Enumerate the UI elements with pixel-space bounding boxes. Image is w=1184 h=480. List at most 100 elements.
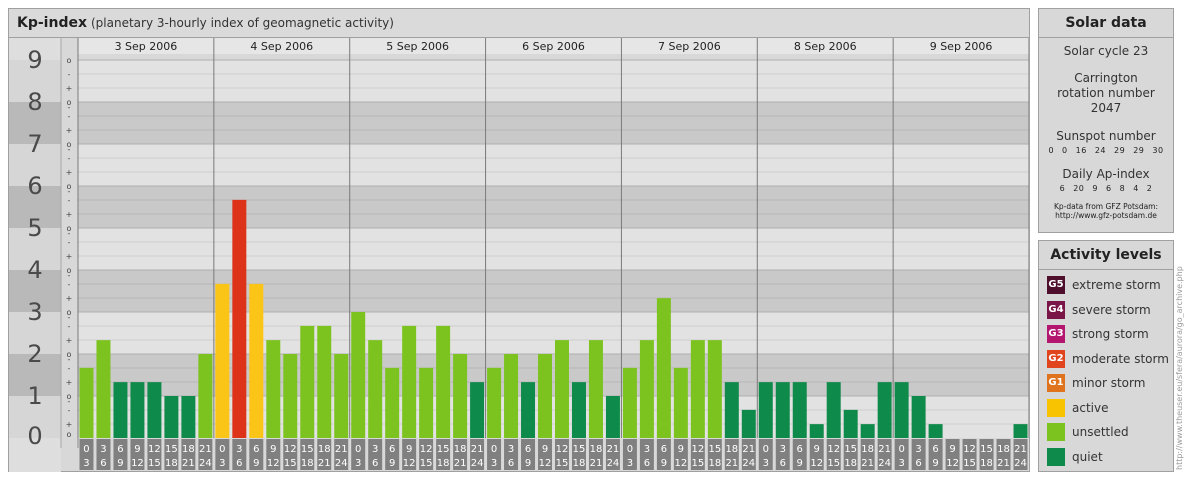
hour-label-end: 21 [861,458,874,469]
hour-label-start: 9 [678,444,684,455]
kp-bar-d4-h3 [673,367,688,438]
minor-tick-label: o [67,266,72,275]
kp-bar-d4-h6 [724,382,739,438]
kp-bar-d3-h2 [521,382,536,438]
kp-bar-d3-h4 [555,340,569,438]
kp-bar-d1-h3 [266,340,281,438]
hour-label-end: 15 [284,458,297,469]
ap-value-4: 8 [1119,184,1126,193]
activity-level-quiet: quiet [1039,446,1173,471]
hour-label-end: 21 [454,458,467,469]
day-label-0: 3 Sep 2006 [115,40,178,53]
hour-label-start: 6 [253,444,259,455]
hour-label-end: 9 [661,458,667,469]
hour-label-end: 24 [878,458,891,469]
minor-tick-label: + [66,126,73,135]
kp-bar-d0-h5 [164,396,179,438]
hour-label-end: 18 [437,458,450,469]
hour-label-end: 24 [335,458,348,469]
minor-tick-label: o [67,140,72,149]
hour-label-start: 6 [661,444,667,455]
activity-level-unsettled: unsettled [1039,421,1173,446]
ap-value-1: 20 [1073,184,1085,193]
hour-label-start: 6 [525,444,531,455]
hour-label-start: 3 [372,444,378,455]
kp-bar-d4-h7 [741,409,756,438]
kp-chart-panel: Kp-index (planetary 3-hourly index of ge… [8,8,1030,472]
minor-tick-label: - [68,112,71,121]
hour-label-start: 3 [644,444,650,455]
minor-tick-label: o [67,98,72,107]
day-label-3: 6 Sep 2006 [522,40,585,53]
day-label-4: 7 Sep 2006 [658,40,721,53]
hour-label-end: 3 [627,458,633,469]
hour-label-end: 12 [810,458,823,469]
kp-band-5 [78,186,1029,228]
hour-label-start: 6 [932,444,938,455]
kp-bar-d4-h1 [639,340,654,438]
hour-label-end: 9 [932,458,938,469]
hour-label-end: 21 [725,458,738,469]
hour-label-end: 12 [946,458,959,469]
minor-tick-label: o [67,224,72,233]
kp-bar-d6-h7 [1013,424,1028,438]
activity-level-strong-storm: G3 strong storm [1039,323,1173,348]
activity-level-label: minor storm [1072,376,1146,390]
kp-bar-d2-h7 [470,382,485,438]
hour-label-end: 21 [318,458,331,469]
hour-label-end: 9 [117,458,123,469]
hour-label-end: 6 [644,458,650,469]
kp-bar-d2-h1 [368,340,383,438]
activity-level-swatch [1047,447,1065,466]
hour-label-start: 9 [949,444,955,455]
day-label-2: 5 Sep 2006 [386,40,449,53]
minor-tick-label: + [66,168,73,177]
hour-label-start: 9 [814,444,820,455]
activity-level-swatch: G4 [1047,300,1065,319]
credit-url: http://www.theuser.eu/sfera/aurora/go_ar… [1175,266,1184,470]
hour-label-start: 12 [284,444,297,455]
kp-band-4 [78,228,1029,270]
kp-bar-d4-h5 [707,340,722,438]
kp-band-6 [78,144,1029,186]
kp-bar-d0-h2 [113,382,128,438]
minor-tick-label: + [66,336,73,345]
hour-label-end: 6 [100,458,106,469]
kp-bar-d3-h5 [571,382,586,438]
hour-label-start: 3 [915,444,921,455]
kp-bar-d0-h1 [96,340,111,438]
hour-label-end: 3 [83,458,89,469]
day-label-5: 8 Sep 2006 [794,40,857,53]
activity-level-swatch: G3 [1047,325,1065,343]
hour-label-start: 12 [556,444,569,455]
y-tick-label: 2 [27,340,42,368]
source-line-1: Kp-data from GFZ Potsdam: [1053,202,1159,211]
kp-bar-d5-h3 [809,424,824,438]
ap-value-3: 6 [1106,184,1112,193]
activity-level-list: G5 extreme storm G4 severe storm G3 strong st… [1039,270,1173,470]
minor-tick-label: - [68,364,71,373]
hour-label-start: 0 [763,444,769,455]
hour-label-start: 0 [491,444,497,455]
kp-bar-d5-h0 [758,382,773,438]
activity-level-swatch: G2 [1047,349,1065,368]
minor-tick-label: + [66,378,73,387]
hour-label-end: 6 [780,458,786,469]
hour-label-start: 21 [199,444,212,455]
hour-label-start: 18 [997,444,1010,455]
hour-label-end: 24 [742,458,755,469]
hour-label-start: 9 [270,444,276,455]
kp-bar-d6-h0 [894,382,909,438]
kp-bar-d6-h2 [928,424,943,438]
ap-value-2: 9 [1092,184,1098,193]
chart-title-bar: Kp-index (planetary 3-hourly index of ge… [9,9,1029,38]
hour-label-start: 3 [508,444,514,455]
kp-band-7 [78,102,1029,144]
activity-level-swatch: G1 [1047,374,1065,392]
kp-bar-d0-h7 [198,354,213,438]
sunspot-value-5: 29 [1133,146,1145,155]
minor-tick-label: + [66,210,73,219]
hour-label-start: 0 [219,444,225,455]
hour-label-start: 18 [454,444,467,455]
hour-label-end: 24 [607,458,620,469]
